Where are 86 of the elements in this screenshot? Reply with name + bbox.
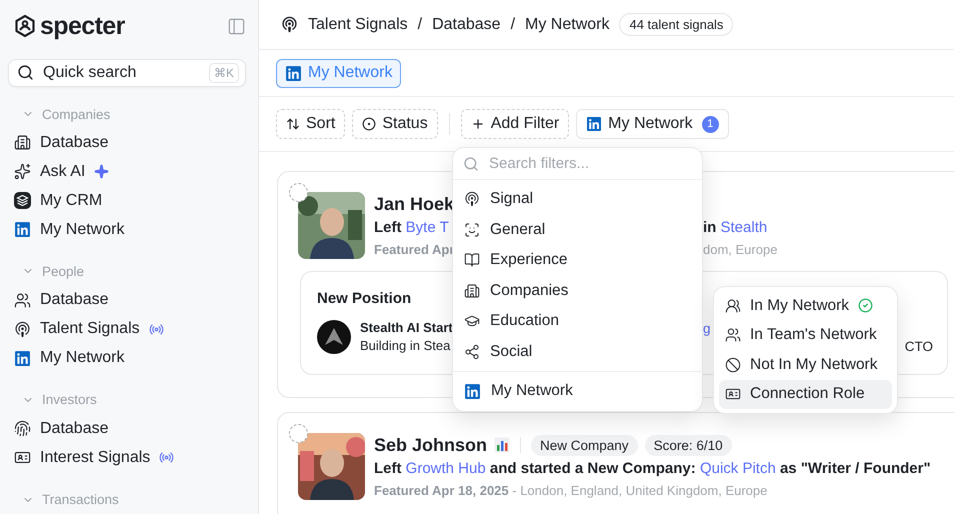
sidebar-toggle-icon[interactable] (227, 16, 246, 36)
breadcrumb-item[interactable]: Database (432, 16, 501, 34)
scan-icon (464, 222, 480, 238)
sparkles-icon (14, 163, 31, 180)
share-icon (464, 344, 480, 360)
sidebar-item[interactable]: My CRM (8, 186, 250, 216)
plus-icon (470, 117, 485, 131)
search-icon (17, 64, 34, 82)
users-icon (725, 327, 741, 344)
signal-icon (14, 320, 31, 338)
select-checkbox[interactable] (289, 424, 308, 443)
live-icon (148, 322, 164, 337)
sparkle-icon (94, 164, 110, 180)
sidebar-item[interactable]: Database (8, 414, 250, 444)
live-icon (159, 450, 174, 466)
headline-text: Left Byte T (374, 218, 449, 237)
shortcut-key: ⌘K (208, 62, 239, 83)
menu-item[interactable]: Not In My Network (719, 350, 892, 380)
sidebar-item[interactable]: My Network (8, 344, 250, 372)
menu-item[interactable]: General (458, 214, 697, 245)
building-icon (14, 134, 31, 152)
person-name: Jan Hoek (374, 194, 454, 214)
breadcrumb-item[interactable]: My Network (525, 16, 610, 34)
company-link[interactable]: Growth Hub (406, 460, 486, 477)
linkedin-icon (14, 350, 31, 367)
company-link[interactable]: g (703, 321, 711, 336)
menu-item[interactable]: In My Network (719, 291, 892, 320)
sort-icon (286, 117, 300, 131)
linkedin-icon (464, 382, 481, 400)
sidebar-item[interactable]: Ask AI (8, 157, 250, 186)
menu-item[interactable]: My Network (458, 376, 697, 406)
sidebar-item[interactable]: Database (8, 128, 250, 158)
quick-search-button[interactable]: Quick search ⌘K (8, 59, 246, 87)
tag: Score: 6/10 (644, 434, 732, 456)
count-badge: 1 (702, 116, 719, 132)
menu-item[interactable]: In Team's Network (719, 320, 892, 350)
users-icon (14, 292, 31, 309)
breadcrumb-item[interactable]: Talent Signals (308, 16, 408, 34)
menu-item[interactable]: Education (458, 306, 697, 336)
meta-text: Featured Apr 18, 2025 - London, England, United Kingdom, Europe (374, 482, 768, 499)
count-badge: 44 talent signals (619, 13, 734, 36)
signal-icon (464, 191, 480, 208)
position-title: New Position (317, 290, 412, 307)
role-text: CTO (904, 339, 933, 354)
menu-item[interactable]: Connection Role (719, 380, 892, 409)
meta-text: Featured Apr (374, 241, 454, 258)
company-name: Stealth AI Start (360, 320, 453, 335)
building-icon (464, 282, 480, 299)
company-description: Building in Stea (360, 338, 450, 353)
sort-button[interactable]: Sort (276, 109, 346, 139)
status-button[interactable]: Status (352, 109, 438, 139)
status-icon (362, 117, 376, 131)
menu-item[interactable]: Signal (458, 184, 697, 214)
menu-item[interactable]: Experience (458, 245, 697, 276)
users-icon (725, 298, 741, 314)
breadcrumb-separator: / (510, 16, 516, 34)
menu-item[interactable]: Social (458, 336, 697, 367)
linkedin-icon (586, 116, 602, 132)
company-link[interactable]: Byte T (406, 219, 449, 236)
sidebar-item[interactable]: Database (8, 286, 250, 315)
book-icon (464, 252, 480, 268)
headline-text: Left Growth Hub and started a New Company: Quick Pitch as "Writer / Founder" (374, 459, 931, 478)
linkedin-icon (14, 221, 31, 238)
layers-icon (14, 192, 31, 210)
person-name: Seb Johnson (374, 434, 488, 456)
linkedin-icon (285, 64, 302, 82)
sidebar-item[interactable]: Interest Signals (8, 443, 250, 472)
filter-chip[interactable]: My Network 1 (576, 109, 729, 139)
add-button[interactable]: Add Filter (460, 109, 570, 139)
ban-icon (725, 356, 741, 373)
fingerprint-icon (14, 420, 31, 438)
headline-text: in Stealth (703, 218, 768, 237)
search-icon (463, 156, 479, 172)
sidebar-item[interactable]: My Network (8, 215, 250, 244)
menu-item[interactable]: Companies (458, 276, 697, 306)
meta-text: dom, Europe (703, 241, 778, 258)
brand-name: specter (40, 12, 125, 40)
company-link[interactable]: Stealth (720, 219, 768, 236)
signal-icon (281, 16, 298, 33)
logo-icon (14, 14, 36, 38)
breadcrumb-separator: / (418, 16, 422, 34)
company-link[interactable]: Quick Pitch (700, 460, 776, 477)
company-logo-icon (317, 320, 351, 354)
select-checkbox[interactable] (289, 183, 308, 202)
tag: New Company (531, 434, 638, 456)
sidebar-item[interactable]: Talent Signals (8, 314, 250, 344)
